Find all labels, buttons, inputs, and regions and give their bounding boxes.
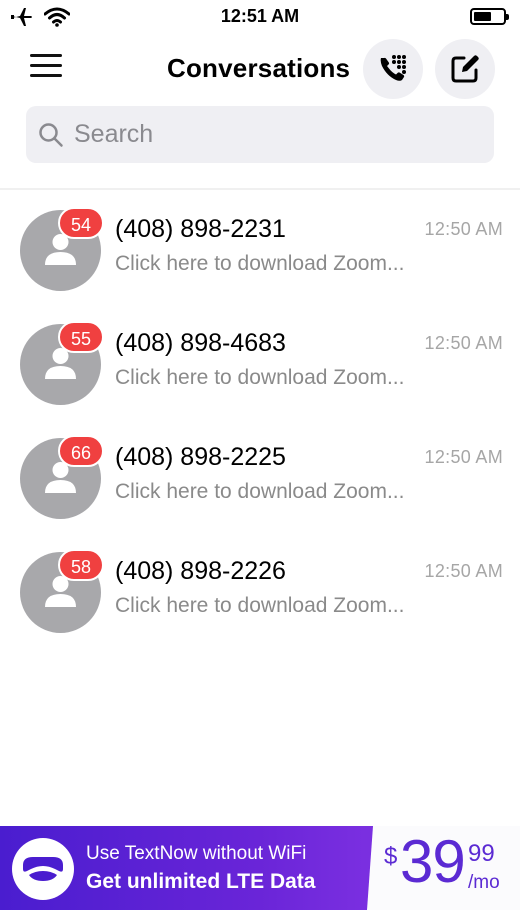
compose-icon (451, 55, 479, 83)
price-dollars: 39 (400, 828, 466, 895)
conversation-row[interactable]: 66 (408) 898-2225 12:50 AM Click here to… (0, 418, 520, 532)
battery-icon (470, 8, 509, 25)
price-currency: $ (384, 843, 398, 870)
dialer-button[interactable] (363, 39, 423, 99)
promo-banner[interactable]: Use TextNow without WiFi Get unlimited L… (0, 826, 520, 910)
banner-headline: Use TextNow without WiFi (86, 843, 307, 864)
header: Conversations (0, 34, 520, 104)
contact-name: (408) 898-4683 (115, 329, 286, 357)
contact-name: (408) 898-2231 (115, 215, 286, 243)
hamburger-menu-icon[interactable] (30, 54, 62, 80)
compose-button[interactable] (435, 39, 495, 99)
conversation-row[interactable]: 55 (408) 898-4683 12:50 AM Click here to… (0, 304, 520, 418)
conversation-list: 54 (408) 898-2231 12:50 AM Click here to… (0, 188, 520, 646)
banner-subheadline: Get unlimited LTE Data (86, 870, 316, 893)
message-time: 12:50 AM (424, 333, 503, 353)
message-preview: Click here to download Zoom... (115, 594, 405, 617)
page-title: Conversations (167, 53, 351, 83)
unread-badge: 58 (58, 549, 104, 581)
contact-name: (408) 898-2226 (115, 557, 286, 585)
unread-badge: 54 (58, 207, 104, 239)
message-time: 12:50 AM (424, 219, 503, 239)
price-tag: $ 39 99 /mo (367, 826, 520, 910)
message-preview: Click here to download Zoom... (115, 366, 405, 389)
textnow-logo (12, 838, 74, 900)
contact-name: (408) 898-2225 (115, 443, 286, 471)
phone-keypad-icon (380, 55, 406, 81)
search-icon (39, 122, 63, 147)
textnow-logo-icon (23, 857, 63, 881)
message-preview: Click here to download Zoom... (115, 480, 405, 503)
conversation-row[interactable]: 54 (408) 898-2231 12:50 AM Click here to… (0, 190, 520, 304)
price-cents: 99 (468, 840, 495, 867)
message-preview: Click here to download Zoom... (115, 252, 405, 275)
unread-badge: 66 (58, 435, 104, 467)
price-unit: /mo (468, 872, 500, 893)
unread-badge: 55 (58, 321, 104, 353)
status-bar: 12:51 AM (0, 0, 520, 34)
message-time: 12:50 AM (424, 447, 503, 467)
conversation-row[interactable]: 58 (408) 898-2226 12:50 AM Click here to… (0, 532, 520, 646)
search-bar[interactable] (26, 106, 494, 163)
message-time: 12:50 AM (424, 561, 503, 581)
status-time: 12:51 AM (220, 6, 300, 26)
search-input[interactable] (72, 119, 476, 150)
